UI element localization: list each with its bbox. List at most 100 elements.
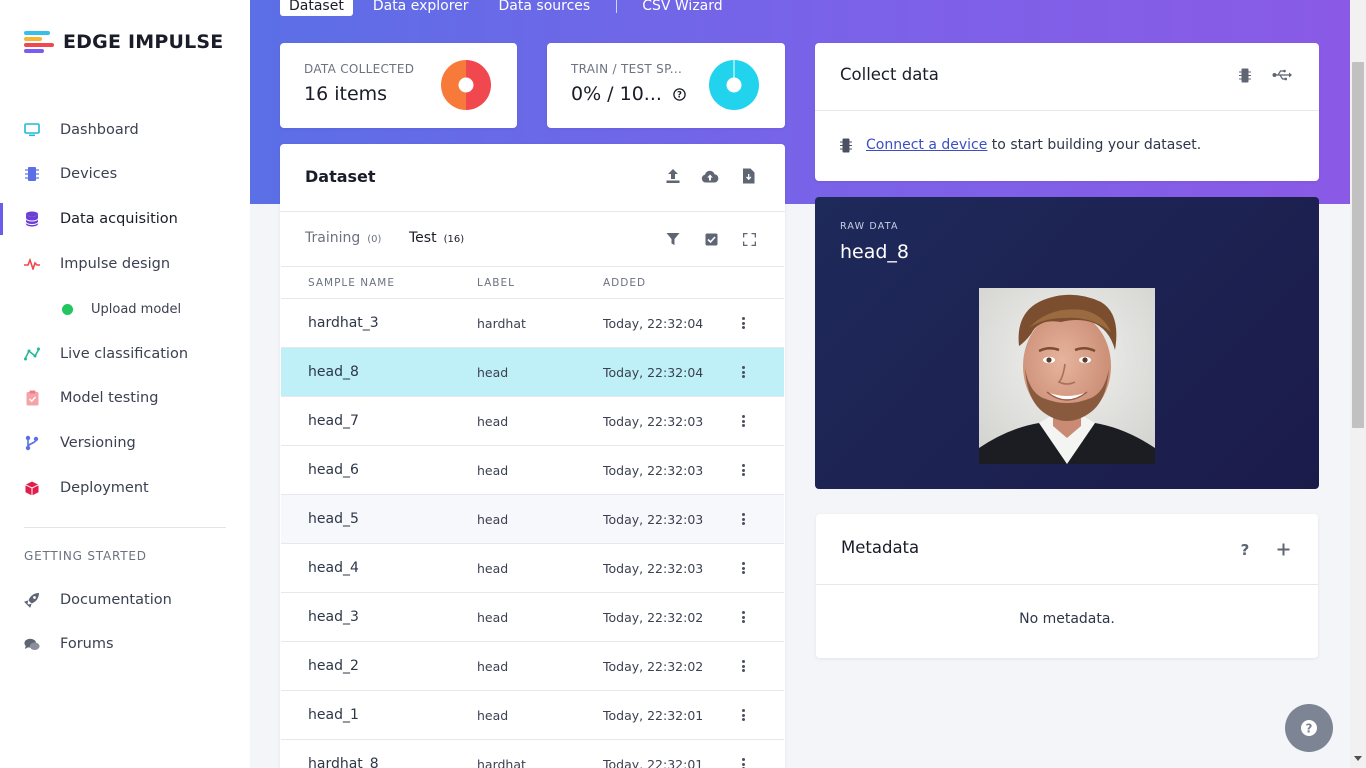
filter-icon[interactable] [663, 229, 683, 249]
chip-icon [24, 166, 40, 182]
sidebar-item-impulse-design[interactable]: Impulse design [0, 244, 250, 284]
row-menu-icon[interactable] [739, 658, 747, 674]
raw-data-panel: RAW DATA head_8 [815, 197, 1319, 489]
row-menu-icon[interactable] [739, 364, 747, 380]
row-menu-icon[interactable] [739, 413, 747, 429]
usb-icon[interactable] [1272, 65, 1292, 85]
subtab-training-label: Training [305, 230, 361, 246]
upload-icon[interactable] [663, 166, 683, 186]
sample-label: head [477, 561, 509, 576]
collect-message: Connect a device to start building your … [866, 137, 1201, 153]
sample-added: Today, 22:32:02 [603, 610, 704, 625]
svg-text:?: ? [1241, 542, 1250, 557]
sidebar-item-model-testing[interactable]: Model testing [0, 378, 250, 418]
sidebar-item-label: Dashboard [60, 122, 139, 138]
clipboard-check-icon [24, 390, 40, 406]
pulse-icon [24, 256, 40, 272]
sidebar-item-upload-model[interactable]: Upload model [0, 289, 250, 329]
data-collected-value: 16 items [304, 83, 388, 105]
raw-data-sample-name: head_8 [840, 241, 910, 263]
tab-data-sources[interactable]: Data sources [499, 0, 591, 14]
sample-label: head [477, 365, 509, 380]
table-row[interactable]: head_3 head Today, 22:32:02 [281, 593, 784, 642]
row-menu-icon[interactable] [739, 707, 747, 723]
sidebar-item-live-classification[interactable]: Live classification [0, 334, 250, 374]
sample-added: Today, 22:32:03 [603, 561, 704, 576]
sample-label: head [477, 463, 509, 478]
sidebar-item-label: Documentation [60, 592, 172, 608]
sample-label: head [477, 414, 509, 429]
sample-added: Today, 22:32:04 [603, 365, 704, 380]
sidebar-item-versioning[interactable]: Versioning [0, 423, 250, 463]
row-menu-icon[interactable] [739, 462, 747, 478]
table-row[interactable]: hardhat_3 hardhat Today, 22:32:04 [281, 299, 784, 348]
sample-added: Today, 22:32:03 [603, 414, 704, 429]
table-row[interactable]: head_7 head Today, 22:32:03 [281, 397, 784, 446]
row-menu-icon[interactable] [739, 756, 747, 768]
sample-added: Today, 22:32:01 [603, 708, 704, 723]
sample-name: head_8 [308, 364, 359, 380]
sample-added: Today, 22:32:03 [603, 512, 704, 527]
sidebar-item-documentation[interactable]: Documentation [0, 580, 250, 620]
sidebar-divider [24, 527, 226, 528]
device-chip-icon[interactable] [1235, 65, 1255, 85]
sidebar-item-deployment[interactable]: Deployment [0, 468, 250, 508]
collect-data-panel: Collect data Connect a device to start b… [815, 43, 1319, 181]
subtab-test[interactable]: Test (16) [409, 230, 464, 246]
help-button[interactable]: ? [1285, 704, 1333, 752]
svg-text:?: ? [677, 91, 682, 101]
subtab-test-count: (16) [443, 234, 465, 245]
database-icon [24, 211, 40, 227]
sample-name: head_3 [308, 609, 359, 625]
panel-header-divider [280, 211, 785, 212]
row-menu-icon[interactable] [739, 609, 747, 625]
select-checkbox-icon[interactable] [701, 229, 721, 249]
table-row[interactable]: hardhat_8 hardhat Today, 22:32:01 [281, 740, 784, 768]
row-menu-icon[interactable] [739, 560, 747, 576]
column-label[interactable]: LABEL [477, 277, 515, 289]
row-menu-icon[interactable] [739, 511, 747, 527]
add-metadata-icon[interactable] [1273, 539, 1293, 559]
table-row[interactable]: head_1 head Today, 22:32:01 [281, 691, 784, 740]
sample-name: head_1 [308, 707, 359, 723]
monitor-icon [24, 122, 40, 138]
column-added[interactable]: ADDED [603, 277, 646, 289]
sample-label: head [477, 708, 509, 723]
subtab-training[interactable]: Training (0) [305, 230, 381, 246]
connect-device-link[interactable]: Connect a device [866, 137, 987, 153]
collect-message-text: to start building your dataset. [987, 137, 1202, 153]
scroll-down-arrow-icon [1354, 756, 1362, 761]
table-row[interactable]: head_4 head Today, 22:32:03 [281, 544, 784, 593]
sidebar-item-data-acquisition[interactable]: Data acquisition [0, 199, 250, 239]
tab-dataset[interactable]: Dataset [280, 0, 353, 16]
getting-started-heading: GETTING STARTED [24, 549, 147, 563]
metadata-help-icon[interactable]: ? [1235, 539, 1255, 559]
table-row[interactable]: head_8 head Today, 22:32:04 [281, 348, 784, 397]
split-help-icon[interactable]: ? [673, 86, 686, 105]
device-chip-small-icon [840, 138, 852, 157]
cloud-upload-icon[interactable] [700, 166, 720, 186]
sidebar-item-label: Versioning [60, 435, 136, 451]
data-collected-label: DATA COLLECTED [304, 62, 415, 76]
sample-name: hardhat_3 [308, 315, 379, 331]
metadata-divider [816, 584, 1318, 585]
sidebar-item-label: Model testing [60, 390, 159, 406]
row-menu-icon[interactable] [739, 315, 747, 331]
sidebar-item-devices[interactable]: Devices [0, 154, 250, 194]
sidebar-item-forums[interactable]: Forums [0, 624, 250, 664]
table-row[interactable]: head_6 head Today, 22:32:03 [281, 446, 784, 495]
branch-icon [24, 435, 40, 451]
tab-data-explorer[interactable]: Data explorer [373, 0, 469, 14]
file-import-icon[interactable] [738, 166, 758, 186]
sidebar-item-dashboard[interactable]: Dashboard [0, 110, 250, 150]
sample-label: head [477, 512, 509, 527]
metadata-empty-text: No metadata. [1019, 611, 1115, 627]
scrollbar-thumb[interactable] [1352, 62, 1364, 428]
column-sample-name[interactable]: SAMPLE NAME [308, 277, 395, 289]
table-row[interactable]: head_2 head Today, 22:32:02 [281, 642, 784, 691]
tab-csv-wizard[interactable]: CSV Wizard [642, 0, 722, 14]
graph-icon [24, 346, 40, 362]
brand-logo[interactable]: EDGE IMPULSE [24, 30, 223, 54]
fullscreen-icon[interactable] [739, 229, 759, 249]
table-row[interactable]: head_5 head Today, 22:32:03 [281, 495, 784, 544]
